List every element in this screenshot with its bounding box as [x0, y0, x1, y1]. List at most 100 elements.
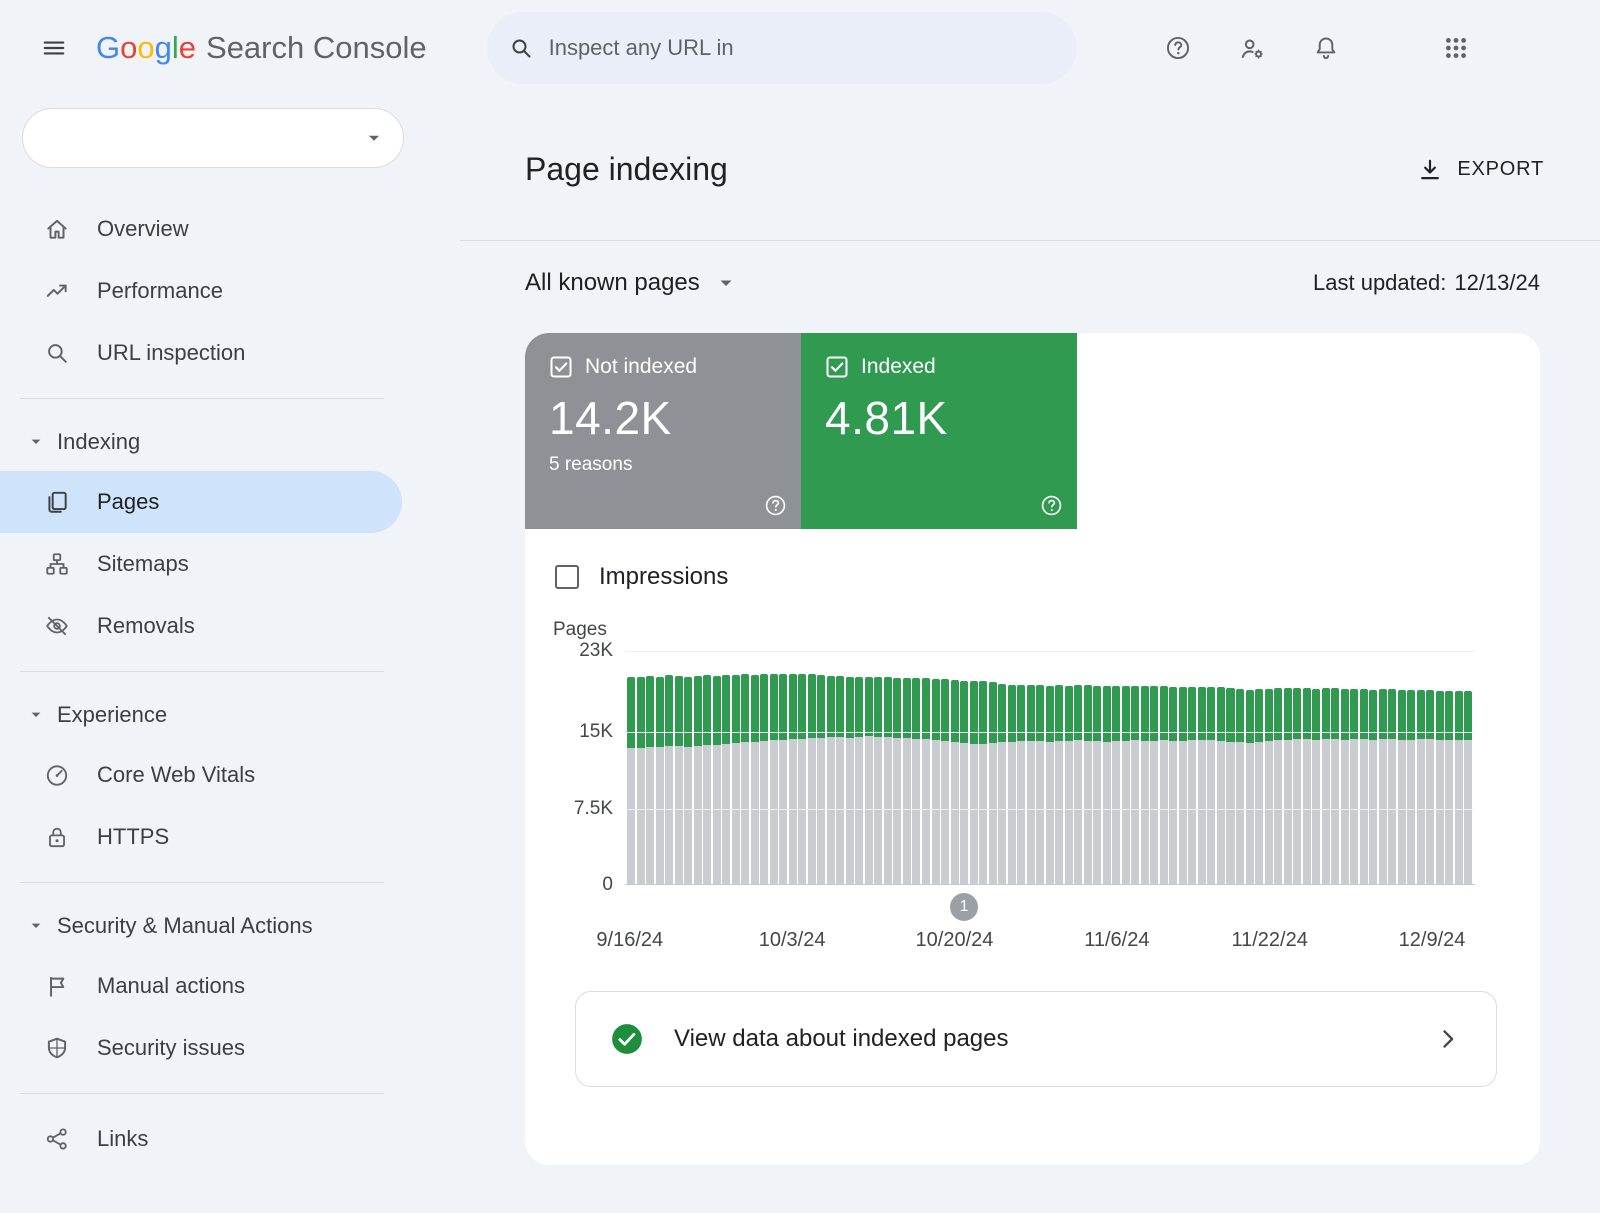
checkbox-checked-icon[interactable] — [549, 355, 573, 379]
chart-bar[interactable] — [846, 651, 854, 884]
chart-bar[interactable] — [1369, 651, 1377, 884]
chart-bar[interactable] — [1074, 651, 1082, 884]
export-button[interactable]: EXPORT — [1417, 157, 1544, 183]
page-filter-dropdown[interactable]: All known pages — [525, 269, 738, 297]
chart-bar[interactable] — [703, 651, 711, 884]
chart-bar[interactable] — [1274, 651, 1282, 884]
chart-bar[interactable] — [998, 651, 1006, 884]
sidebar-item-security-issues[interactable]: Security issues — [0, 1017, 402, 1079]
chart-bar[interactable] — [656, 651, 664, 884]
chart-bar[interactable] — [1065, 651, 1073, 884]
notifications-bell-icon[interactable] — [1298, 20, 1354, 76]
chart-bar[interactable] — [893, 651, 901, 884]
help-icon[interactable] — [1150, 20, 1206, 76]
chart-bar[interactable] — [1303, 651, 1311, 884]
chart-bar[interactable] — [1322, 651, 1330, 884]
chart-bar[interactable] — [855, 651, 863, 884]
indexed-stat-card[interactable]: Indexed 4.81K — [801, 333, 1077, 529]
chart-bar[interactable] — [1445, 651, 1453, 884]
chart-bar[interactable] — [884, 651, 892, 884]
hamburger-menu-icon[interactable] — [26, 20, 82, 76]
chart-bar[interactable] — [1112, 651, 1120, 884]
checkbox-unchecked-icon[interactable] — [555, 565, 579, 589]
chart-bar[interactable] — [903, 651, 911, 884]
chart-bar[interactable] — [1179, 651, 1187, 884]
sidebar-item-overview[interactable]: Overview — [0, 198, 402, 260]
chart-bar[interactable] — [741, 651, 749, 884]
chart-bar[interactable] — [979, 651, 987, 884]
sidebar-item-sitemaps[interactable]: Sitemaps — [0, 533, 402, 595]
help-icon[interactable] — [1040, 494, 1063, 517]
sidebar-section-indexing[interactable]: Indexing — [0, 413, 460, 471]
manage-users-icon[interactable] — [1224, 20, 1280, 76]
chart-bar[interactable] — [627, 651, 635, 884]
sidebar-item-links[interactable]: Links — [0, 1108, 402, 1170]
chart-bar[interactable] — [665, 651, 673, 884]
not-indexed-stat-card[interactable]: Not indexed 14.2K 5 reasons — [525, 333, 801, 529]
sidebar-item-manual-actions[interactable]: Manual actions — [0, 955, 402, 1017]
chart-bar[interactable] — [713, 651, 721, 884]
chart-bar[interactable] — [637, 651, 645, 884]
chart-bar[interactable] — [1150, 651, 1158, 884]
chart-bar[interactable] — [798, 651, 806, 884]
chart-bar[interactable] — [1160, 651, 1168, 884]
chart-bar[interactable] — [1207, 651, 1215, 884]
sidebar-item-removals[interactable]: Removals — [0, 595, 402, 657]
chart-bar[interactable] — [874, 651, 882, 884]
chart-bar[interactable] — [1464, 651, 1472, 884]
chart-bar[interactable] — [1341, 651, 1349, 884]
chart-bar[interactable] — [684, 651, 692, 884]
checkbox-checked-icon[interactable] — [825, 355, 849, 379]
sidebar-section-experience[interactable]: Experience — [0, 686, 460, 744]
chart-bar[interactable] — [989, 651, 997, 884]
chart-bar[interactable] — [970, 651, 978, 884]
chart-bar[interactable] — [1350, 651, 1358, 884]
chart-bar[interactable] — [1455, 651, 1463, 884]
chart-bar[interactable] — [1331, 651, 1339, 884]
chart-bar[interactable] — [675, 651, 683, 884]
sidebar-item-https[interactable]: HTTPS — [0, 806, 402, 868]
chart-bar[interactable] — [1293, 651, 1301, 884]
chart-bar[interactable] — [951, 651, 959, 884]
chart-bar[interactable] — [1198, 651, 1206, 884]
chart-bar[interactable] — [1417, 651, 1425, 884]
chart-bar[interactable] — [1284, 651, 1292, 884]
chart-bar[interactable] — [1169, 651, 1177, 884]
sidebar-item-performance[interactable]: Performance — [0, 260, 402, 322]
chart-bar[interactable] — [808, 651, 816, 884]
chart-annotation-marker[interactable]: 1 — [950, 893, 978, 921]
chart-bar[interactable] — [922, 651, 930, 884]
chart-bar[interactable] — [1360, 651, 1368, 884]
chart-bar[interactable] — [1188, 651, 1196, 884]
sidebar-item-pages[interactable]: Pages — [0, 471, 402, 533]
view-indexed-data-button[interactable]: View data about indexed pages — [575, 991, 1497, 1087]
google-apps-grid-icon[interactable] — [1428, 20, 1484, 76]
chart-bar[interactable] — [1008, 651, 1016, 884]
impressions-toggle[interactable]: Impressions — [555, 563, 728, 591]
chart-bar[interactable] — [1407, 651, 1415, 884]
sidebar-item-url-inspection[interactable]: URL inspection — [0, 322, 402, 384]
chart-bar[interactable] — [960, 651, 968, 884]
search-input[interactable] — [547, 34, 1063, 62]
chart-bar[interactable] — [836, 651, 844, 884]
chart-bar[interactable] — [932, 651, 940, 884]
chart-bar[interactable] — [1027, 651, 1035, 884]
chart-bar[interactable] — [1426, 651, 1434, 884]
url-inspect-search-bar[interactable] — [487, 12, 1077, 84]
chart-bar[interactable] — [817, 651, 825, 884]
help-icon[interactable] — [764, 494, 787, 517]
sidebar-section-security-manual-actions[interactable]: Security & Manual Actions — [0, 897, 460, 955]
chart-bar[interactable] — [1141, 651, 1149, 884]
chart-bar[interactable] — [1246, 651, 1254, 884]
chart-bar[interactable] — [1312, 651, 1320, 884]
chart-bar[interactable] — [1236, 651, 1244, 884]
chart-bar[interactable] — [732, 651, 740, 884]
chart-bar[interactable] — [646, 651, 654, 884]
chart-bar[interactable] — [694, 651, 702, 884]
chart-bar[interactable] — [912, 651, 920, 884]
chart-bar[interactable] — [760, 651, 768, 884]
property-selector[interactable] — [22, 108, 404, 168]
chart-bar[interactable] — [1084, 651, 1092, 884]
chart-bar[interactable] — [1122, 651, 1130, 884]
chart-bar[interactable] — [941, 651, 949, 884]
